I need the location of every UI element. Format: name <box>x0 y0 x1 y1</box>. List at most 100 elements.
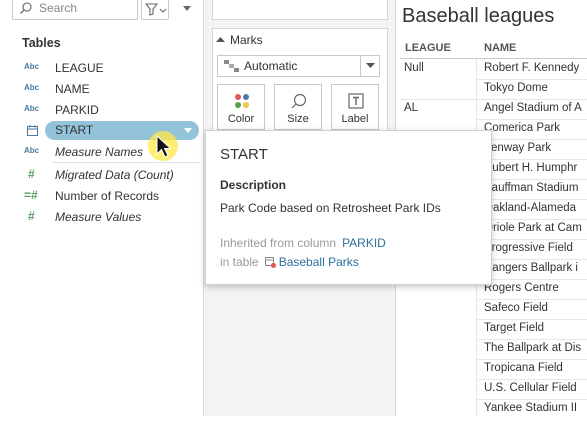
mouse-cursor-icon <box>156 135 172 158</box>
name-cell[interactable]: Oakland-Alameda <box>484 202 576 214</box>
name-cell[interactable]: Rangers Ballpark i <box>484 262 578 274</box>
name-cell[interactable]: Tokyo Dome <box>484 82 548 94</box>
row-divider <box>477 139 587 140</box>
viz-title: Baseball leagues <box>402 5 555 27</box>
field-tooltip: START Description Park Code based on Ret… <box>205 130 492 285</box>
automatic-mark-icon <box>224 60 239 72</box>
field-label: START <box>55 123 94 137</box>
row-divider <box>477 199 587 200</box>
tooltip-inherited: Inherited from column PARKID <box>220 236 386 250</box>
row-divider <box>477 359 587 360</box>
field-label: PARKID <box>55 103 99 117</box>
row-divider <box>477 219 587 220</box>
name-cell[interactable]: Robert F. Kennedy <box>484 62 579 74</box>
row-divider <box>477 339 587 340</box>
inherited-column-link[interactable]: PARKID <box>342 236 386 250</box>
league-cell[interactable]: AL <box>404 102 418 114</box>
name-cell[interactable]: Comerica Park <box>484 122 560 134</box>
calendar-icon <box>27 125 38 136</box>
color-icon <box>235 94 249 108</box>
column-header-league[interactable]: LEAGUE <box>405 42 451 54</box>
mark-type-value: Automatic <box>244 59 298 73</box>
field-divider <box>52 162 200 163</box>
row-divider <box>477 79 587 80</box>
label-icon <box>348 93 364 109</box>
name-cell[interactable]: Fenway Park <box>484 142 551 154</box>
calculated-number-icon: =# <box>24 188 38 202</box>
name-cell[interactable]: Target Field <box>484 322 544 334</box>
name-cell[interactable]: Oriole Park at Cam <box>484 222 582 234</box>
row-divider <box>477 159 587 160</box>
name-cell[interactable]: Safeco Field <box>484 302 548 314</box>
label-button[interactable]: Label <box>331 84 379 130</box>
field-label: Measure Values <box>55 210 142 224</box>
string-type-icon: Abc <box>24 83 40 92</box>
inherited-label: Inherited from column <box>220 236 337 250</box>
size-icon <box>291 93 307 109</box>
pane-menu-button[interactable] <box>177 0 197 20</box>
tooltip-description-heading: Description <box>220 178 287 192</box>
name-cell[interactable]: Tropicana Field <box>484 362 563 374</box>
name-cell[interactable]: Rogers Centre <box>484 282 559 294</box>
name-cell[interactable]: The Ballpark at Dis <box>484 342 581 354</box>
field-label: NAME <box>55 82 90 96</box>
string-type-icon: Abc <box>24 146 40 155</box>
field-measure-values[interactable]: # Measure Values <box>0 208 200 229</box>
filters-card[interactable] <box>212 0 388 20</box>
dropdown-arrow[interactable] <box>360 56 379 76</box>
chevron-down-icon <box>183 6 191 11</box>
color-label: Color <box>227 113 255 125</box>
tooltip-title: START <box>220 146 268 163</box>
field-name[interactable]: Abc NAME <box>0 80 200 101</box>
mark-type-dropdown[interactable]: Automatic <box>217 55 380 77</box>
chevron-up-icon <box>216 37 225 42</box>
field-parkid[interactable]: Abc PARKID <box>0 101 200 122</box>
field-label: Measure Names <box>55 145 144 159</box>
field-migrated-data[interactable]: # Migrated Data (Count) <box>0 166 200 187</box>
search-placeholder: Search <box>39 1 78 15</box>
tables-header: Tables <box>22 36 61 50</box>
number-type-icon: # <box>28 167 35 181</box>
tooltip-table: in table Baseball Parks <box>220 255 359 269</box>
table-label: in table <box>220 255 259 269</box>
string-type-icon: Abc <box>24 104 40 113</box>
table-icon <box>264 257 276 268</box>
chevron-down-icon[interactable] <box>184 128 192 134</box>
row-divider <box>477 279 587 280</box>
name-cell[interactable]: Kauffman Stadium <box>484 182 578 194</box>
column-header-name[interactable]: NAME <box>484 42 516 54</box>
search-field[interactable]: Search <box>12 0 138 20</box>
size-label: Size <box>287 113 309 125</box>
header-divider <box>400 58 587 59</box>
row-divider <box>477 119 587 120</box>
league-cell[interactable]: Null <box>404 62 424 74</box>
field-label: Number of Records <box>55 189 160 203</box>
row-divider <box>477 379 587 380</box>
row-divider <box>477 179 587 180</box>
size-button[interactable]: Size <box>274 84 322 130</box>
field-number-of-records[interactable]: =# Number of Records <box>0 187 200 208</box>
row-divider <box>477 299 587 300</box>
name-cell[interactable]: Yankee Stadium II <box>484 402 577 414</box>
table-link[interactable]: Baseball Parks <box>279 255 359 269</box>
marks-title[interactable]: Marks <box>216 33 263 47</box>
chevron-down-icon <box>366 63 375 68</box>
name-cell[interactable]: Angel Stadium of A <box>484 102 582 114</box>
status-strip <box>0 416 587 435</box>
name-cell[interactable]: Progressive Field <box>484 242 573 254</box>
filter-icon <box>145 3 167 16</box>
row-divider <box>477 319 587 320</box>
row-divider <box>477 99 587 100</box>
string-type-icon: Abc <box>24 62 40 71</box>
search-icon <box>19 2 32 15</box>
row-divider <box>477 399 587 400</box>
name-cell[interactable]: U.S. Cellular Field <box>484 382 577 394</box>
data-pane: Search Tables Abc LEAGUE Abc NAME Abc PA… <box>0 0 204 416</box>
color-button[interactable]: Color <box>217 84 265 130</box>
filter-button[interactable] <box>141 0 169 20</box>
name-cell[interactable]: Hubert H. Humphr <box>484 162 577 174</box>
label-label: Label <box>341 113 369 125</box>
field-label: Migrated Data (Count) <box>55 168 174 182</box>
field-league[interactable]: Abc LEAGUE <box>0 59 200 80</box>
marks-title-label: Marks <box>230 33 263 47</box>
